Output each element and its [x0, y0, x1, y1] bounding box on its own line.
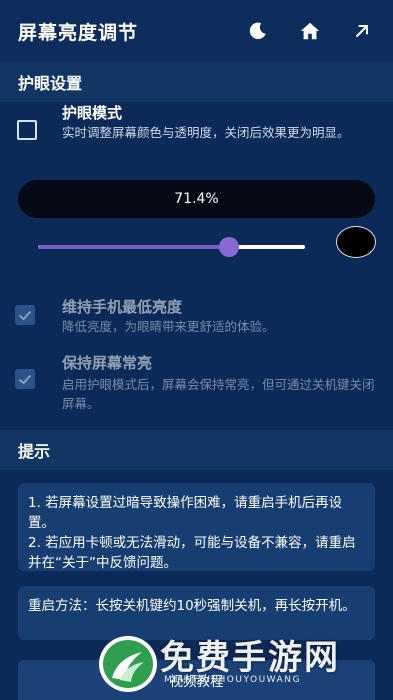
brightness-slider[interactable]: [38, 237, 305, 257]
keep-screen-on-checkbox[interactable]: [15, 369, 35, 389]
brightness-slider-fill: [38, 245, 229, 249]
check-icon: [18, 310, 32, 321]
eye-protection-mode-desc: 实时调整屏幕颜色与透明度，关闭后效果更为明显。: [62, 125, 350, 140]
video-tutorial-button[interactable]: 视频教程: [18, 660, 375, 700]
eye-protection-mode-row[interactable]: 护眼模式 实时调整屏幕颜色与透明度，关闭后效果更为明显。: [0, 102, 393, 164]
app-bar: 屏幕亮度调节: [0, 0, 393, 62]
eye-protection-mode-title: 护眼模式: [62, 104, 123, 122]
tips-header: 提示: [0, 430, 393, 470]
eye-protection-mode-checkbox[interactable]: [17, 120, 37, 140]
keep-min-brightness-checkbox[interactable]: [15, 305, 35, 325]
keep-min-brightness-row[interactable]: 维持手机最低亮度 降低亮度，为眼睛带来更舒适的体验。: [0, 292, 393, 342]
filter-color-picker[interactable]: [336, 226, 376, 258]
eye-protection-header: 护眼设置: [0, 62, 393, 102]
keep-screen-on-title: 保持屏幕常亮: [62, 354, 153, 372]
home-icon[interactable]: [298, 19, 322, 43]
brightness-percent-display: 71.4%: [18, 180, 375, 218]
tip-card-2: 重启方法：长按关机键约10秒强制关机，再长按开机。: [18, 586, 375, 640]
tip-card-1: 1. 若屏幕设置过暗导致操作困难，请重启手机后再设置。 2. 若应用卡顿或无法滑…: [18, 483, 375, 571]
moon-icon[interactable]: [246, 19, 270, 43]
check-icon: [18, 374, 32, 385]
brightness-percent-label: 71.4%: [174, 191, 219, 207]
video-tutorial-label: 视频教程: [169, 674, 224, 690]
brightness-slider-thumb[interactable]: [218, 237, 239, 257]
arrow-up-right-icon[interactable]: [350, 19, 374, 43]
keep-min-brightness-title: 维持手机最低亮度: [62, 298, 183, 316]
keep-min-brightness-desc: 降低亮度，为眼睛带来更舒适的体验。: [62, 319, 275, 334]
keep-screen-on-row[interactable]: 保持屏幕常亮 启用护眼模式后，屏幕会保持常亮，但可通过关机键关闭屏幕。: [0, 348, 393, 411]
page-title: 屏幕亮度调节: [18, 21, 139, 44]
keep-screen-on-desc: 启用护眼模式后，屏幕会保持常亮，但可通过关机键关闭屏幕。: [62, 377, 375, 411]
